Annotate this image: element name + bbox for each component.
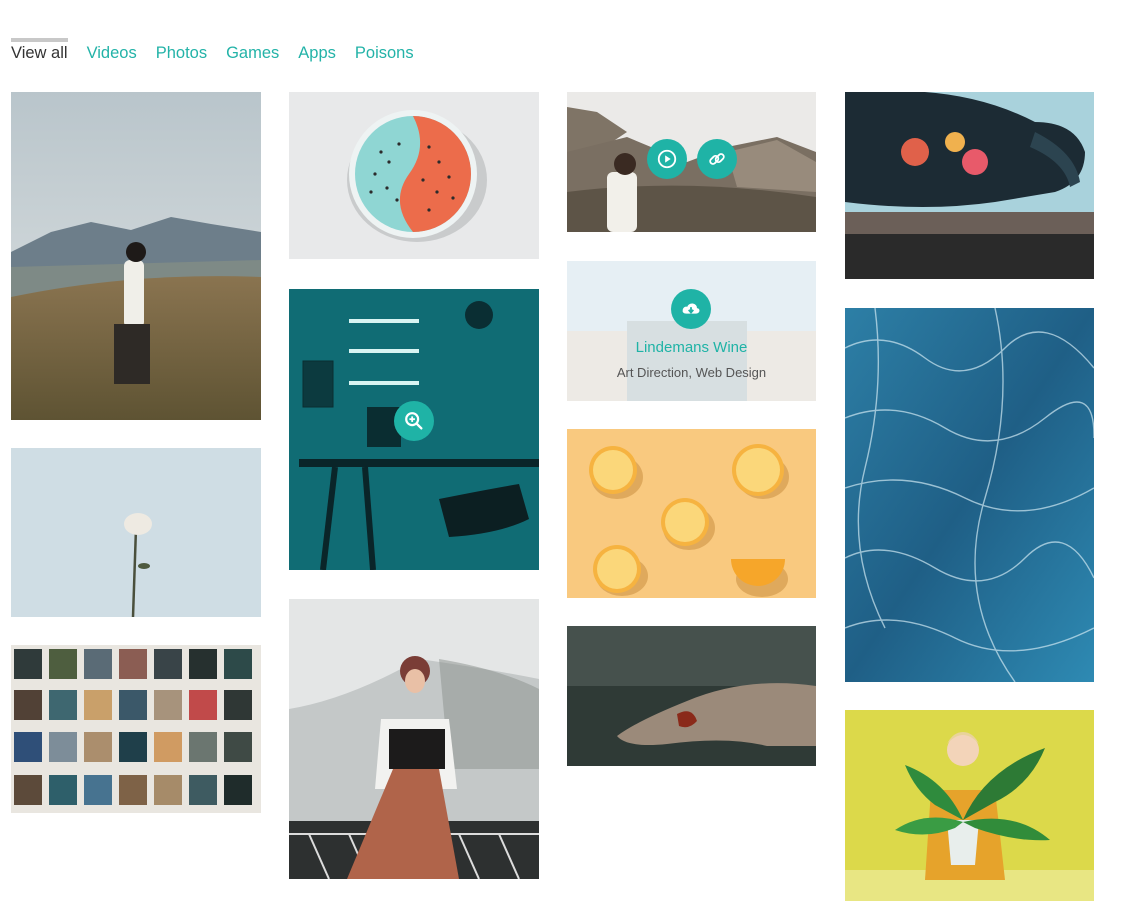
orange-halves-image <box>567 429 816 598</box>
portfolio-item-teal-desk[interactable] <box>289 289 539 570</box>
play-icon <box>657 149 677 169</box>
link-icon <box>709 153 725 165</box>
zoom-in-button[interactable] <box>394 401 434 441</box>
link-button[interactable] <box>697 139 737 179</box>
ocean-water-image <box>845 308 1094 682</box>
filter-games[interactable]: Games <box>226 38 279 62</box>
petri-dish-image <box>289 92 539 259</box>
item-categories: Art Direction, Web Design <box>616 365 767 380</box>
filter-photos[interactable]: Photos <box>156 38 207 62</box>
portfolio-item-woman-on-hill[interactable] <box>11 92 261 420</box>
cloud-download-icon <box>682 303 700 314</box>
portfolio-item-orange-halves[interactable] <box>567 429 816 598</box>
portfolio-item-ocean-water[interactable] <box>845 308 1094 682</box>
filter-apps[interactable]: Apps <box>298 38 336 62</box>
hover-overlay <box>567 261 816 401</box>
filter-view-all[interactable]: View all <box>11 38 68 62</box>
filter-videos[interactable]: Videos <box>87 38 137 62</box>
portfolio-item-woman-fountain[interactable] <box>289 599 539 879</box>
filter-poisons[interactable]: Poisons <box>355 38 414 62</box>
woman-on-hill-image <box>11 92 261 420</box>
portfolio-item-petri-dish[interactable] <box>289 92 539 259</box>
item-title[interactable]: Lindemans Wine <box>567 339 816 356</box>
boy-plant-image <box>845 710 1094 901</box>
play-video-button[interactable] <box>647 139 687 179</box>
rose-image <box>11 448 261 617</box>
elephant-mural-image <box>845 92 1094 279</box>
portfolio-item-boy-plant[interactable] <box>845 710 1094 901</box>
portfolio-item-hand-butterfly[interactable] <box>567 626 816 766</box>
polaroid-wall-image <box>11 645 261 813</box>
girl-rocks-image <box>567 92 816 232</box>
portfolio-item-elephant-mural[interactable] <box>845 92 1094 279</box>
portfolio-item-rose[interactable] <box>11 448 261 617</box>
woman-fountain-image <box>289 599 539 879</box>
hand-butterfly-image <box>567 626 816 766</box>
download-button[interactable] <box>671 289 711 329</box>
filter-bar: View all Videos Photos Games Apps Poison… <box>11 38 414 62</box>
portfolio-item-girl-rocks[interactable] <box>567 92 816 232</box>
zoom-in-icon <box>405 412 423 430</box>
portfolio-item-lindemans-wine[interactable]: Lindemans Wine Art Direction, Web Design <box>567 261 816 401</box>
portfolio-item-polaroid-wall[interactable] <box>11 645 261 813</box>
